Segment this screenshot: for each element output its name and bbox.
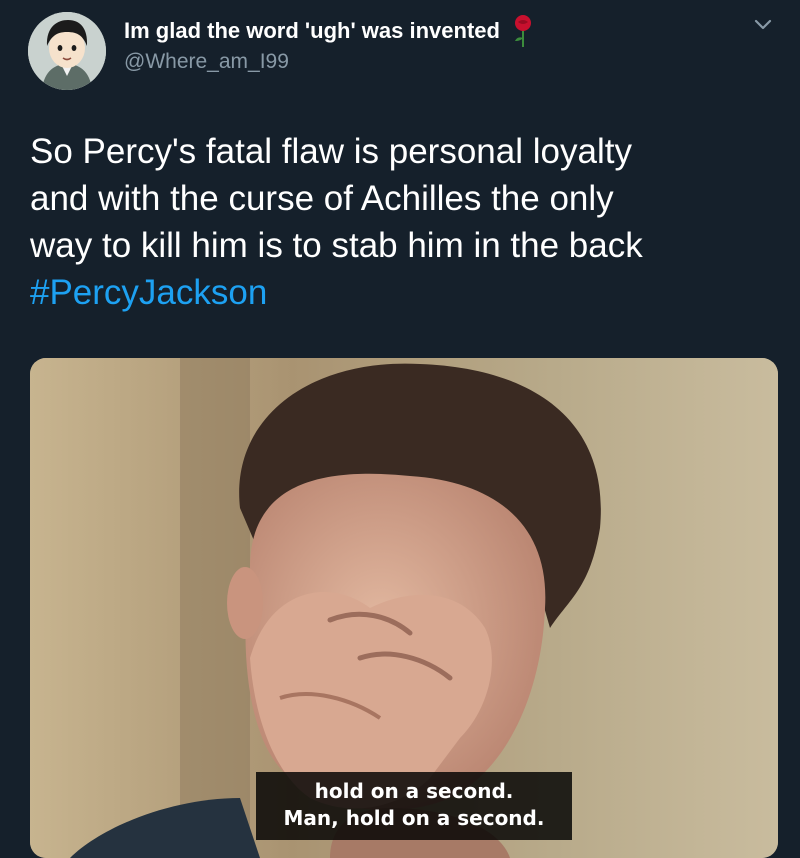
tweet-text-line: So Percy's fatal flaw is personal loyalt… bbox=[30, 132, 632, 171]
tweet-text-line: way to kill him is to stab him in the ba… bbox=[30, 226, 643, 265]
tweet-media[interactable]: hold on a second. Man, hold on a second. bbox=[30, 358, 778, 858]
display-name-row: Im glad the word 'ugh' was invented bbox=[124, 14, 534, 48]
tweet-text-line: and with the curse of Achilles the only bbox=[30, 179, 614, 218]
tweet-text: So Percy's fatal flaw is personal loyalt… bbox=[30, 128, 780, 316]
subtitle-line: Man, hold on a second. bbox=[283, 806, 545, 830]
video-subtitle: hold on a second. Man, hold on a second. bbox=[256, 772, 572, 840]
user-handle[interactable]: @Where_am_I99 bbox=[124, 50, 289, 74]
display-name[interactable]: Im glad the word 'ugh' was invented bbox=[124, 18, 500, 44]
hashtag-link[interactable]: #PercyJackson bbox=[30, 269, 780, 316]
avatar-image bbox=[28, 12, 106, 90]
chevron-down-icon[interactable] bbox=[750, 14, 776, 34]
avatar[interactable] bbox=[28, 12, 106, 90]
subtitle-line: hold on a second. bbox=[314, 779, 514, 803]
tweet: Im glad the word 'ugh' was invented @Whe… bbox=[0, 0, 800, 858]
rose-icon bbox=[512, 14, 534, 48]
